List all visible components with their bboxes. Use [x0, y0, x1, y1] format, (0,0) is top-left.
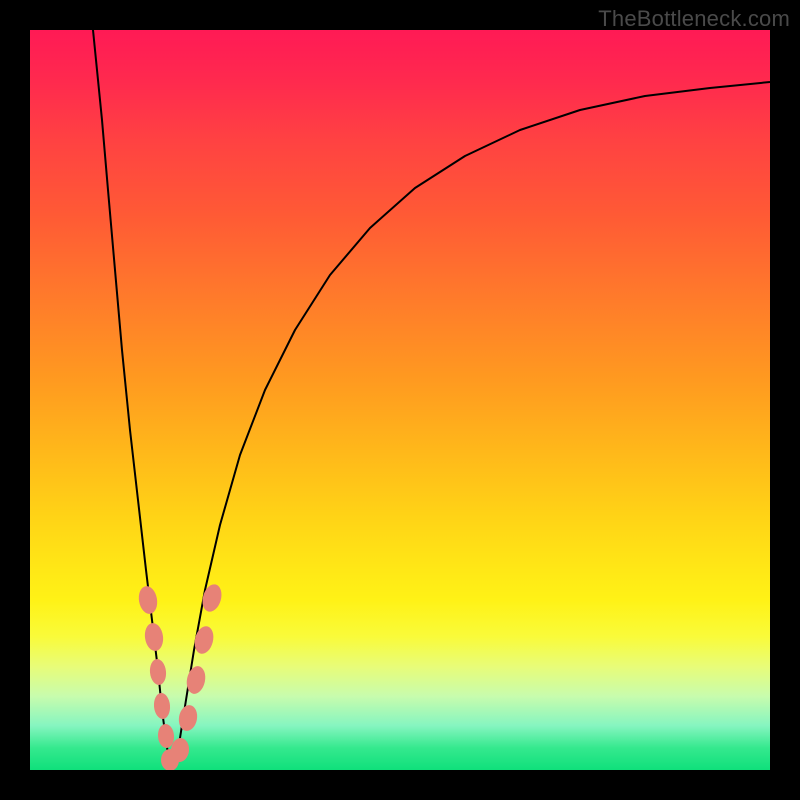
chart-svg — [30, 30, 770, 770]
chart-frame: TheBottleneck.com — [0, 0, 800, 800]
curve-marker — [153, 692, 171, 719]
bottleneck-curve — [92, 30, 770, 768]
watermark-text: TheBottleneck.com — [598, 6, 790, 32]
curve-marker — [199, 582, 224, 614]
curve-marker — [143, 622, 165, 652]
curve-marker — [149, 658, 168, 686]
curve-marker — [177, 704, 199, 733]
curve-markers — [137, 582, 225, 770]
plot-area — [30, 30, 770, 770]
curve-marker — [192, 624, 216, 656]
curve-marker — [137, 585, 160, 616]
